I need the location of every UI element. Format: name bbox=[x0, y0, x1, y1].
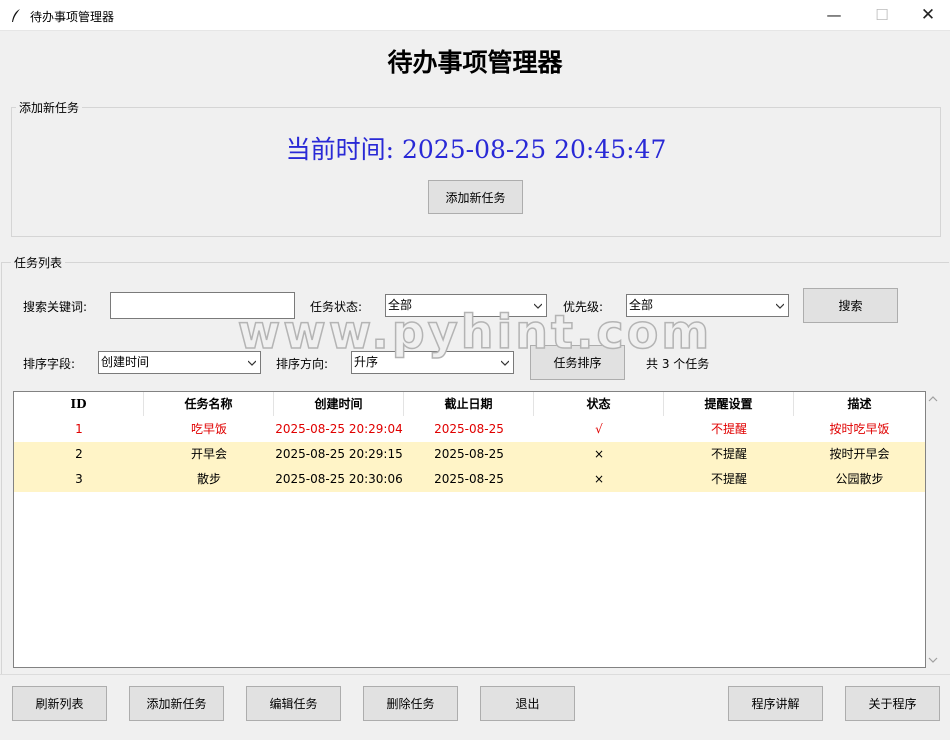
table-header: ID 任务名称 创建时间 截止日期 状态 提醒设置 描述 bbox=[14, 392, 925, 416]
cell-reminder: 不提醒 bbox=[710, 472, 747, 486]
cell-created: 2025-08-25 20:30:06 bbox=[275, 472, 403, 486]
column-header-due[interactable]: 截止日期 bbox=[404, 392, 534, 416]
cell-name: 散步 bbox=[196, 472, 221, 486]
cell-id: 1 bbox=[75, 422, 83, 436]
table-row[interactable]: 1 吃早饭 2025-08-25 20:29:04 2025-08-25 √ 不提醒 按时吃… bbox=[14, 417, 925, 442]
chevron-down-icon bbox=[501, 360, 509, 366]
task-table[interactable]: ID 任务名称 创建时间 截止日期 状态 提醒设置 描述 1 吃早饭 2025-08… bbox=[13, 391, 926, 668]
add-task-bottom-button[interactable]: 添加新任务 bbox=[129, 686, 224, 721]
watermark-text: www.pyhint.com bbox=[237, 304, 713, 360]
cell-description: 按时吃早饭 bbox=[829, 422, 890, 436]
refresh-list-button[interactable]: 刷新列表 bbox=[12, 686, 107, 721]
current-time-display: 当前时间: 2025-08-25 20:45:47 bbox=[285, 135, 667, 164]
cell-id: 3 bbox=[75, 472, 83, 486]
column-header-created[interactable]: 创建时间 bbox=[274, 392, 404, 416]
cell-due: 2025-08-25 bbox=[434, 472, 504, 486]
exit-button[interactable]: 退出 bbox=[480, 686, 575, 721]
cell-status: √ bbox=[595, 422, 603, 436]
cell-status: × bbox=[593, 447, 605, 461]
cell-id: 2 bbox=[75, 447, 83, 461]
close-button[interactable]: ✕ bbox=[905, 0, 950, 31]
column-header-status[interactable]: 状态 bbox=[534, 392, 664, 416]
edit-task-button[interactable]: 编辑任务 bbox=[246, 686, 341, 721]
table-scrollbar[interactable] bbox=[926, 391, 940, 668]
window-titlebar: 待办事项管理器 — ☐ ✕ bbox=[0, 0, 950, 31]
cell-due: 2025-08-25 bbox=[434, 447, 504, 461]
cell-name: 吃早饭 bbox=[190, 422, 227, 436]
add-task-button[interactable]: 添加新任务 bbox=[428, 180, 523, 214]
scroll-up-arrow-icon[interactable] bbox=[928, 395, 938, 403]
cell-reminder: 不提醒 bbox=[710, 447, 747, 461]
cell-description: 公园散步 bbox=[835, 472, 884, 486]
bottom-separator bbox=[0, 674, 950, 675]
maximize-button[interactable]: ☐ bbox=[859, 0, 905, 31]
cell-name: 开早会 bbox=[190, 447, 227, 461]
chevron-down-icon bbox=[248, 360, 256, 366]
cell-description: 按时开早会 bbox=[829, 447, 890, 461]
add-task-group-title: 添加新任务 bbox=[16, 99, 83, 116]
cell-due: 2025-08-25 bbox=[434, 422, 504, 436]
column-header-description[interactable]: 描述 bbox=[794, 392, 925, 416]
column-header-name[interactable]: 任务名称 bbox=[144, 392, 274, 416]
scroll-down-arrow-icon[interactable] bbox=[928, 656, 938, 664]
column-header-reminder[interactable]: 提醒设置 bbox=[664, 392, 794, 416]
window-title: 待办事项管理器 bbox=[30, 10, 115, 24]
minimize-button[interactable]: — bbox=[811, 0, 857, 31]
cell-created: 2025-08-25 20:29:15 bbox=[275, 447, 403, 461]
task-list-group-title: 任务列表 bbox=[11, 254, 66, 271]
about-program-button[interactable]: 关于程序 bbox=[845, 686, 940, 721]
cell-reminder: 不提醒 bbox=[710, 422, 747, 436]
feather-icon bbox=[12, 9, 20, 22]
cell-status: × bbox=[593, 472, 605, 486]
cell-created: 2025-08-25 20:29:04 bbox=[275, 422, 403, 436]
delete-task-button[interactable]: 删除任务 bbox=[363, 686, 458, 721]
program-explain-button[interactable]: 程序讲解 bbox=[728, 686, 823, 721]
page-title: 待办事项管理器 bbox=[387, 48, 563, 77]
table-row[interactable]: 3 散步 2025-08-25 20:30:06 2025-08-25 × 不提醒 公园散步 bbox=[14, 467, 925, 492]
add-task-group bbox=[11, 107, 941, 237]
column-header-id[interactable]: ID bbox=[14, 392, 144, 416]
table-row[interactable]: 2 开早会 2025-08-25 20:29:15 2025-08-25 × 不提醒 按时开… bbox=[14, 442, 925, 467]
